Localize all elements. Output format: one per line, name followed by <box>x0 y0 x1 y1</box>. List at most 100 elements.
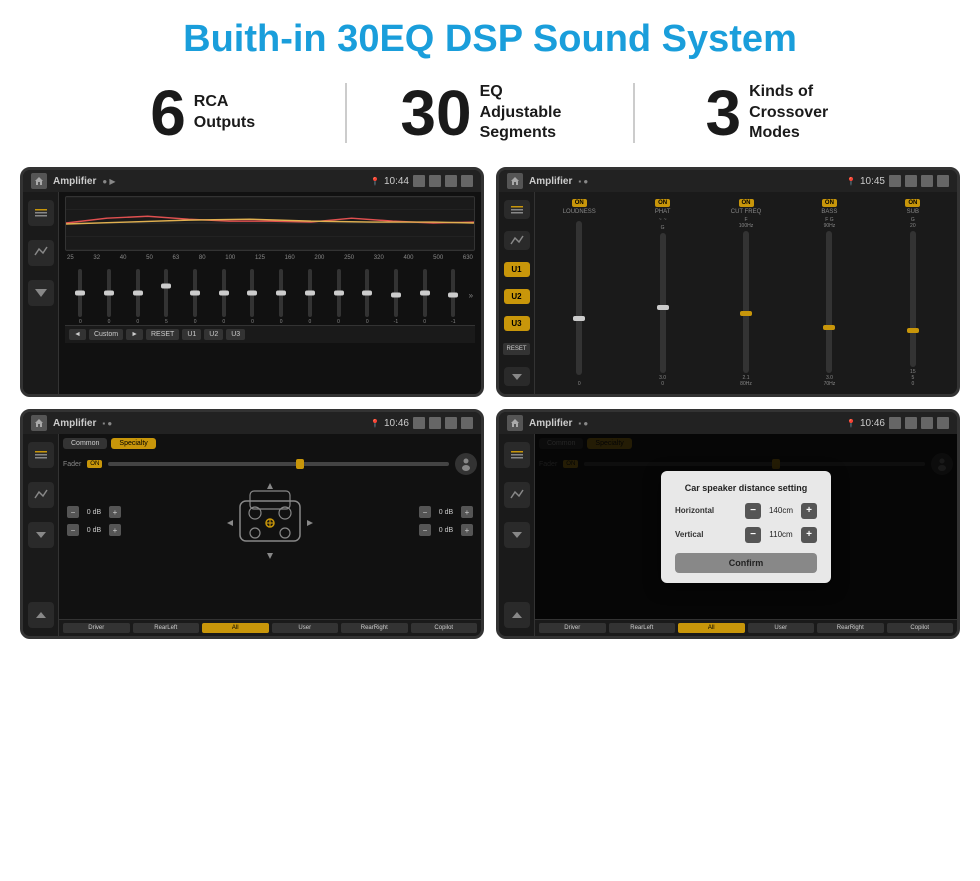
on-badge-cutfreq[interactable]: ON <box>739 199 754 207</box>
dlg-side-btn-4[interactable] <box>504 602 530 628</box>
amp-side-btn-3[interactable] <box>504 367 530 386</box>
eq-reset-btn[interactable]: RESET <box>146 329 179 340</box>
home-icon-3[interactable] <box>31 415 47 431</box>
eq-next-btn[interactable]: ► <box>126 329 143 340</box>
u3-btn[interactable]: U3 <box>504 316 530 331</box>
spk-side-btn-3[interactable] <box>28 522 54 548</box>
spk-side-btn-4[interactable] <box>28 602 54 628</box>
screens-grid: Amplifier ● ▶ 📍 10:44 <box>0 159 980 649</box>
db-minus-bl[interactable]: − <box>67 524 79 536</box>
db-plus-tl[interactable]: + <box>109 506 121 518</box>
amp-col-sub: ON SUB G 20 15 5 0 <box>873 196 953 390</box>
eq-side-btn-3[interactable] <box>28 280 54 306</box>
eq-slider-1[interactable]: 0 <box>96 269 123 325</box>
eq-side-btn-1[interactable] <box>28 200 54 226</box>
eq-u2-btn[interactable]: U2 <box>204 329 223 340</box>
eq-slider-13[interactable]: -1 <box>440 269 467 325</box>
on-badge-loudness[interactable]: ON <box>572 199 587 207</box>
eq-slider-4[interactable]: 0 <box>182 269 209 325</box>
db-minus-tl[interactable]: − <box>67 506 79 518</box>
reset-btn-2[interactable]: RESET <box>503 343 529 355</box>
horizontal-plus-btn[interactable]: + <box>801 503 817 519</box>
dlg-side-btn-3[interactable] <box>504 522 530 548</box>
eq-u1-btn[interactable]: U1 <box>182 329 201 340</box>
on-badge-sub[interactable]: ON <box>905 199 920 207</box>
home-icon-2[interactable] <box>507 173 523 189</box>
user-btn-3[interactable]: User <box>272 623 339 633</box>
dlg-side-btn-2[interactable] <box>504 482 530 508</box>
eq-prev-btn[interactable]: ◄ <box>69 329 86 340</box>
all-btn-3[interactable]: All <box>202 623 269 633</box>
wifi-icon-3 <box>445 417 457 429</box>
volume-icon-3 <box>429 417 441 429</box>
eq-slider-7[interactable]: 0 <box>268 269 295 325</box>
eq-slider-9[interactable]: 0 <box>325 269 352 325</box>
eq-slider-6[interactable]: 0 <box>239 269 266 325</box>
screen4-bottom-btns: Driver RearLeft All User RearRight Copil… <box>535 619 957 636</box>
rearleft-btn-4[interactable]: RearLeft <box>609 623 676 633</box>
home-icon[interactable] <box>31 173 47 189</box>
dlg-side-btn-1[interactable] <box>504 442 530 468</box>
amp-side-btn-2[interactable] <box>504 231 530 250</box>
db-plus-br[interactable]: + <box>461 524 473 536</box>
screen3-tabs: Common Specialty <box>63 438 477 449</box>
vertical-plus-btn[interactable]: + <box>801 527 817 543</box>
vertical-minus-btn[interactable]: − <box>745 527 761 543</box>
db-plus-bl[interactable]: + <box>109 524 121 536</box>
rearright-btn-3[interactable]: RearRight <box>341 623 408 633</box>
screen4-app-title: Amplifier <box>529 418 572 429</box>
horizontal-minus-btn[interactable]: − <box>745 503 761 519</box>
home-icon-4[interactable] <box>507 415 523 431</box>
volume-icon-4 <box>905 417 917 429</box>
eq-slider-0[interactable]: 0 <box>67 269 94 325</box>
driver-btn-3[interactable]: Driver <box>63 623 130 633</box>
fader-track[interactable] <box>108 462 449 466</box>
driver-btn-4[interactable]: Driver <box>539 623 606 633</box>
fader-on-toggle[interactable]: ON <box>87 460 102 468</box>
u2-btn[interactable]: U2 <box>504 289 530 304</box>
speaker-controls: − 0 dB + − 0 dB + <box>63 481 477 561</box>
amp-side-btn-1[interactable] <box>504 200 530 219</box>
eq-side-btn-2[interactable] <box>28 240 54 266</box>
screen3-time: 10:46 <box>384 418 409 429</box>
screen-amplifier: Amplifier ▪ ● 📍 10:45 U1 U2 <box>496 167 960 397</box>
tab-specialty-3[interactable]: Specialty <box>111 438 155 449</box>
eq-slider-10[interactable]: 0 <box>354 269 381 325</box>
eq-slider-11[interactable]: -1 <box>383 269 410 325</box>
stat-rca-number: 6 <box>150 81 186 145</box>
screen3-main: Common Specialty Fader ON <box>59 434 481 636</box>
db-row-bl: − 0 dB + <box>67 524 121 536</box>
db-minus-br[interactable]: − <box>419 524 431 536</box>
db-plus-tr[interactable]: + <box>461 506 473 518</box>
all-btn-4[interactable]: All <box>678 623 745 633</box>
eq-custom-btn[interactable]: Custom <box>89 329 123 340</box>
user-btn-4[interactable]: User <box>748 623 815 633</box>
amp-col-loudness: ON LOUDNESS 0 <box>539 196 619 390</box>
eq-slider-2[interactable]: 0 <box>124 269 151 325</box>
stat-eq: 30 EQ AdjustableSegments <box>347 81 632 145</box>
eq-slider-12[interactable]: 0 <box>411 269 438 325</box>
db-minus-tr[interactable]: − <box>419 506 431 518</box>
copilot-btn-3[interactable]: Copilot <box>411 623 478 633</box>
eq-slider-8[interactable]: 0 <box>297 269 324 325</box>
screen3-side <box>23 434 59 636</box>
rearright-btn-4[interactable]: RearRight <box>817 623 884 633</box>
screen3-app-title: Amplifier <box>53 418 96 429</box>
spk-side-btn-2[interactable] <box>28 482 54 508</box>
eq-slider-5[interactable]: 0 <box>210 269 237 325</box>
on-badge-bass[interactable]: ON <box>822 199 837 207</box>
rearleft-btn-3[interactable]: RearLeft <box>133 623 200 633</box>
eq-u3-btn[interactable]: U3 <box>226 329 245 340</box>
back-icon-2 <box>937 175 949 187</box>
db-row-br: − 0 dB + <box>419 524 473 536</box>
person-icon <box>455 453 477 475</box>
confirm-button[interactable]: Confirm <box>675 553 817 573</box>
on-badge-phat[interactable]: ON <box>655 199 670 207</box>
eq-slider-3[interactable]: 5 <box>153 269 180 325</box>
spk-side-btn-1[interactable] <box>28 442 54 468</box>
tab-common-3[interactable]: Common <box>63 438 107 449</box>
copilot-btn-4[interactable]: Copilot <box>887 623 954 633</box>
u1-btn[interactable]: U1 <box>504 262 530 277</box>
db-value-br: 0 dB <box>434 527 458 534</box>
stat-eq-number: 30 <box>400 81 471 145</box>
